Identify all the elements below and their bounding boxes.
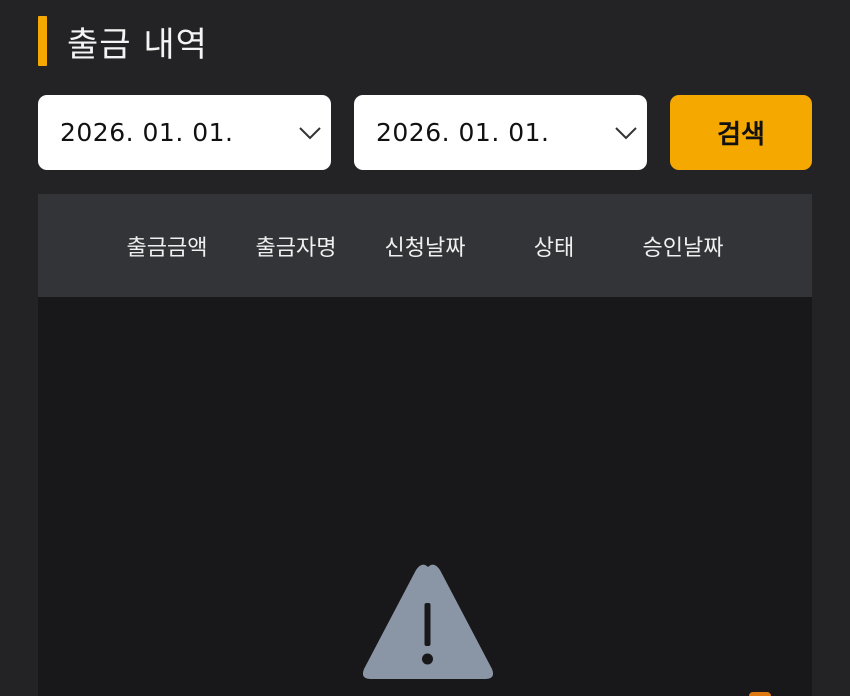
title-accent-bar	[38, 16, 47, 66]
search-button[interactable]: 검색	[670, 95, 812, 170]
table-header: 출금금액 출금자명 신청날짜 상태 승인날짜	[38, 194, 812, 297]
floating-button-edge[interactable]	[749, 692, 771, 696]
chevron-down-icon	[297, 120, 323, 146]
page-title: 출금 내역	[67, 24, 208, 65]
end-date-select[interactable]: 2026. 01. 01.	[354, 95, 647, 170]
end-date-value: 2026. 01. 01.	[376, 118, 550, 147]
start-date-value: 2026. 01. 01.	[60, 118, 234, 147]
warning-icon	[362, 564, 494, 679]
start-date-select[interactable]: 2026. 01. 01.	[38, 95, 331, 170]
column-header-request-date: 신청날짜	[384, 235, 466, 261]
page-header: 출금 내역	[38, 16, 208, 66]
column-header-approval-date: 승인날짜	[642, 235, 724, 261]
table-body-empty	[38, 297, 812, 696]
column-header-name: 출금자명	[255, 235, 337, 261]
chevron-down-icon	[613, 120, 639, 146]
column-header-amount: 출금금액	[126, 235, 208, 261]
column-header-status: 상태	[533, 235, 575, 261]
